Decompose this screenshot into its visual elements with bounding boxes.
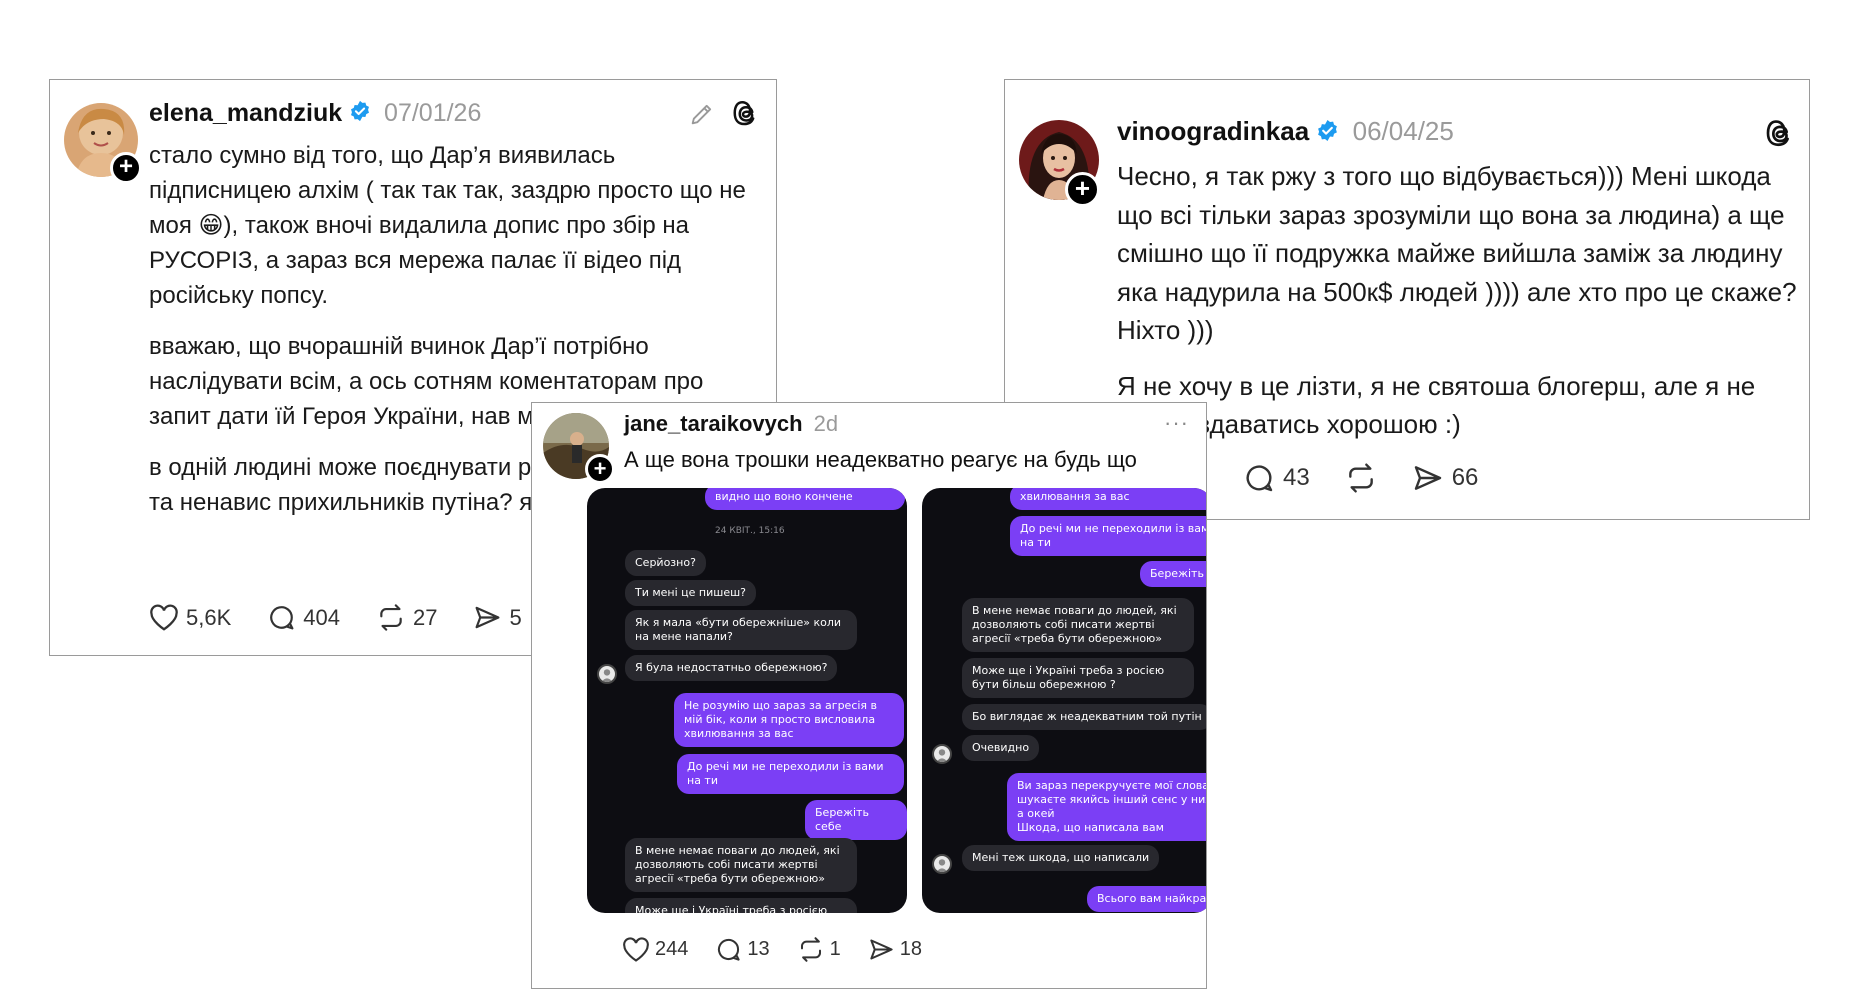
repost-button[interactable] [1344,462,1378,494]
chat-message-in: В мене немає поваги до людей, які дозвол… [962,598,1194,652]
repost-icon [800,937,821,962]
chat-timestamp: 24 КВІТ., 15:16 [715,526,785,536]
chat-screenshot[interactable]: видно що воно кончене 24 КВІТ., 15:16 Се… [587,488,907,913]
username[interactable]: elena_mandziuk [149,99,342,127]
chat-message-out: хвилювання за вас [1010,488,1206,510]
chat-message-out: Бережіть се [1140,561,1206,587]
reply-count: 43 [1283,464,1310,491]
post-actions: 5,6K 404 27 5 [149,603,558,632]
post-date: 2d [813,411,839,436]
chat-message-in: Може ще і Україні треба з росією бути бі… [962,658,1194,698]
chat-message-out: Бережіть себе [805,800,907,840]
post-paragraph: Я не хочу в це лізти, я не святоша блоге… [1117,370,1756,440]
send-icon [870,939,893,960]
chat-message-out: Всього вам найкращ [1087,886,1206,912]
chat-message-in: Може ще і Україні треба з росією бути [625,898,857,913]
repost-count: 1 [829,938,841,960]
username[interactable]: vinoogradinkaa [1117,116,1309,146]
chat-message-in: Як я мала «бути обережніше» коли на мене… [625,610,857,650]
comment-icon [270,606,294,630]
post-paragraph: Чесно, я так ржу з того що відбувається)… [1117,161,1797,345]
post-header: vinoogradinkaa 06/04/25 [1117,116,1454,149]
chat-message-out: Ви зараз перекручуєте мої слова і шукаєт… [1007,773,1206,841]
like-count: 244 [655,938,689,960]
repost-icon [1348,463,1373,493]
share-button[interactable]: 18 [868,936,922,963]
post-text: Чесно, я так ржу з того що відбувається)… [1117,157,1797,461]
chat-avatar [932,744,952,764]
more-options-icon[interactable]: ··· [1164,410,1189,436]
chat-message-in: Серйозно? [625,550,706,576]
repost-button[interactable]: 27 [376,603,437,632]
comment-icon [1246,465,1273,492]
chat-avatar [932,854,952,874]
post-date: 07/01/26 [384,99,482,127]
chat-avatar [597,664,617,684]
chat-message-in: Я була недостатньо обережною? [625,655,838,681]
chat-message-out: видно що воно кончене [705,488,905,510]
verified-badge-icon [1316,118,1339,149]
post-header: elena_mandziuk 07/01/26 [149,99,481,129]
follow-plus-icon[interactable]: + [110,152,142,184]
share-button[interactable]: 5 [473,603,522,632]
share-button[interactable]: 66 [1412,462,1479,494]
chat-message-in: Очевидно [962,735,1040,761]
reply-button[interactable]: 404 [267,603,340,632]
share-count: 5 [509,604,522,630]
username[interactable]: jane_taraikovych [624,411,803,436]
share-count: 18 [899,938,922,960]
chat-message-out: До речі ми не переходили із вами на ти [677,754,904,794]
follow-plus-icon[interactable]: + [585,454,615,484]
reply-count: 13 [747,938,770,960]
threads-logo-icon[interactable] [731,98,761,133]
reply-count: 404 [303,604,340,630]
share-count: 66 [1451,464,1479,491]
chat-message-out: До речі ми не переходили із вами на ти [1010,516,1206,556]
like-count: 5,6K [186,604,232,630]
repost-button[interactable]: 1 [797,936,841,963]
post-actions: 244 13 1 18 [622,936,949,963]
chat-message-in: Бо виглядає ж неадекватним той путін [962,704,1206,730]
heart-icon [150,604,178,631]
chat-screenshot[interactable]: хвилювання за вас До речі ми не переходи… [922,488,1206,913]
chat-message-in: В мене немає поваги до людей, які дозвол… [625,838,857,892]
repost-icon [380,604,402,631]
post-header: jane_taraikovych 2d [624,411,838,437]
post-paragraph: стало сумно від того, що Дар’я виявилась… [149,142,746,309]
heart-icon [623,936,649,962]
chat-message-in: Мені теж шкода, що написали [962,845,1160,871]
send-icon [1414,466,1441,490]
edit-pencil-icon[interactable] [688,100,716,133]
reply-button[interactable]: 13 [715,936,770,963]
follow-plus-icon[interactable]: + [1065,172,1100,207]
like-button[interactable]: 244 [622,936,689,963]
verified-badge-icon [349,100,371,129]
comment-icon [718,938,741,961]
reply-button[interactable]: 43 [1243,462,1310,494]
threads-logo-icon[interactable] [1764,117,1796,154]
like-button[interactable]: 5,6K [149,604,231,632]
send-icon [476,606,500,629]
post-date: 06/04/25 [1352,116,1454,146]
post-actions: 43 66 [1243,462,1512,494]
post-text: А ще вона трошки неадекватно реагує на б… [624,447,1137,472]
chat-message-in: Ти мені це пишеш? [625,580,757,606]
repost-count: 27 [412,604,438,630]
post-card-jane: + jane_taraikovych 2d ··· А ще вона трош… [531,402,1207,989]
chat-message-out: Не розумію що зараз за агресія в мій бік… [674,693,904,747]
